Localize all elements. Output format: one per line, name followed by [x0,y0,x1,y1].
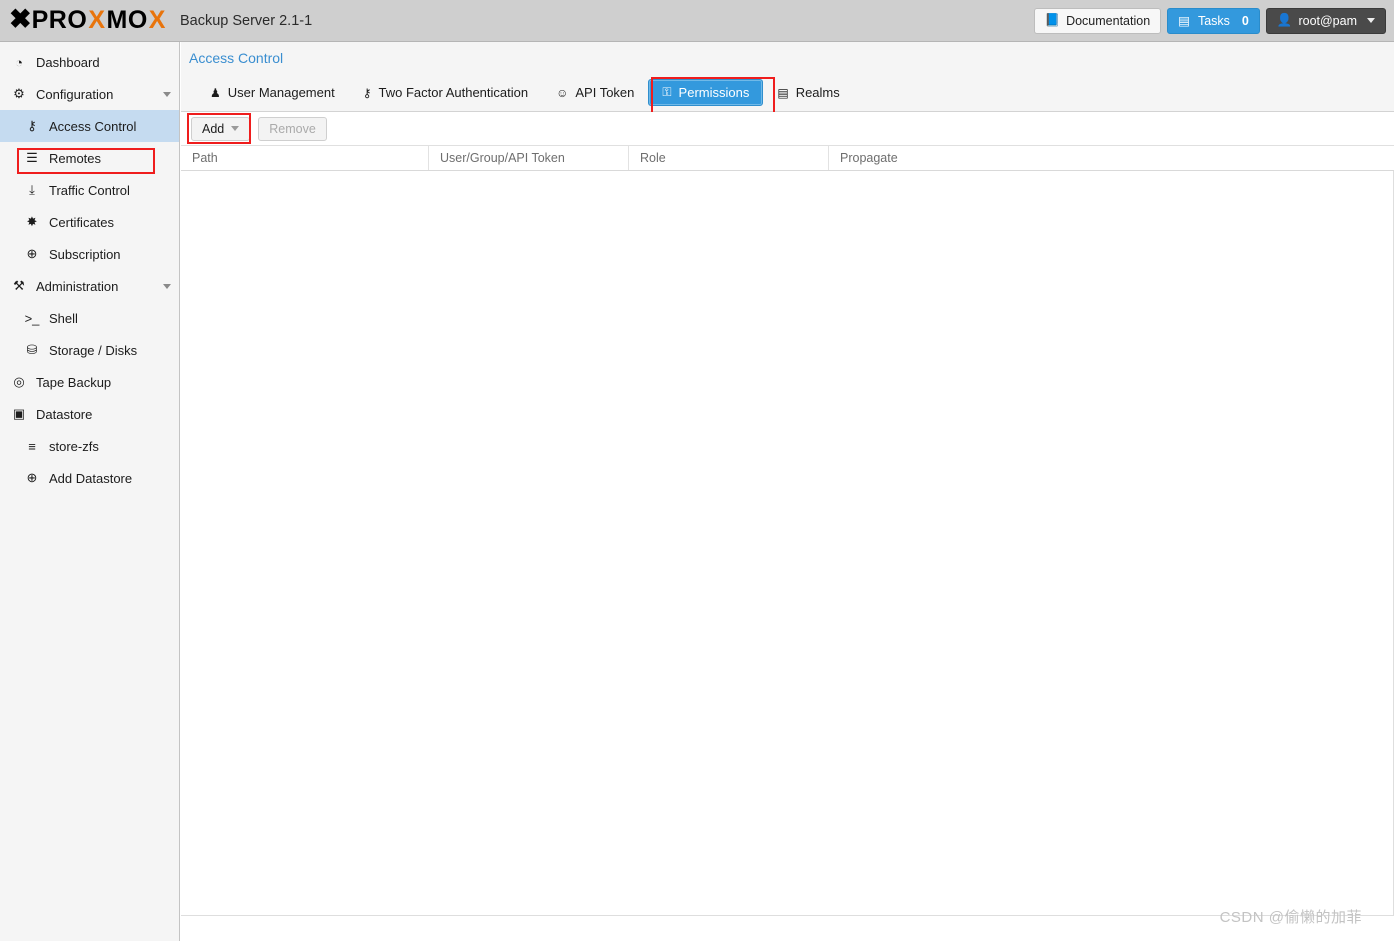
user-menu-button[interactable]: 👤 root@pam [1265,7,1386,34]
sidebar-item-label: store-zfs [49,438,99,454]
sidebar-item-subscription[interactable]: ⊕ Subscription [0,238,179,270]
traffic-icon: ⤓ [29,182,35,197]
sidebar-item-traffic-control[interactable]: ⤓ Traffic Control [0,174,179,206]
sidebar-item-label: Remotes [49,150,102,166]
sidebar-item-label: Configuration [36,86,114,102]
sidebar-item-label: Dashboard [36,54,100,70]
gears-icon: ⚙ [13,86,25,101]
chevron-down-icon [1367,18,1375,23]
sidebar-item-shell[interactable]: >_ Shell [0,302,179,334]
sidebar-item-label: Certificates [49,214,115,230]
sidebar-item-configuration[interactable]: ⚙ Configuration [0,78,179,110]
tab-user-management[interactable]: ♟ User Management [196,79,349,106]
sidebar-item-label: Datastore [36,406,93,422]
tasks-count-badge: 0 [1241,13,1249,28]
permissions-grid: Path User/Group/API Token Role Propagate [181,145,1394,916]
sidebar-item-remotes[interactable]: ☰ Remotes [0,142,179,174]
tab-bar: ♟ User Management ⚷ Two Factor Authenticati… [181,74,1394,115]
tape-icon: ◎ [13,374,25,389]
add-button[interactable]: Add [191,116,251,141]
product-title: Backup Server 2.1-1 [179,12,313,29]
grid-column-header[interactable]: User/Group/API Token [429,146,629,170]
tasks-button[interactable]: ▤ Tasks 0 [1167,7,1260,34]
grid-body-empty [181,171,1394,916]
remove-button[interactable]: Remove [258,116,327,141]
key-icon: ⚷ [27,118,37,133]
sidebar-item-storage-disks[interactable]: ⛁ Storage / Disks [0,334,179,366]
grid-column-header[interactable]: Path [181,146,429,170]
tab-api-token[interactable]: ☺ API Token [542,79,648,106]
sidebar-item-datastore[interactable]: ▣ Datastore [0,398,179,430]
server-icon: ☰ [26,150,38,165]
sidebar-navigation: ◔ Dashboard ⚙ Configuration ⚷ Access Control ☰… [0,42,180,941]
main-content-panel: Access Control ? ♟User Management⚷Two Fa… [181,42,1394,941]
user-label: root@pam [1298,13,1357,28]
tab-two-factor-authentication[interactable]: ⚷ Two Factor Authentication [349,79,542,106]
logo-text-x2: X [148,6,166,34]
sidebar-item-label: Administration [36,278,119,294]
breadcrumb-bar: Access Control [181,42,1394,74]
sidebar-item-store-zfs[interactable]: ≡ store-zfs [0,430,179,462]
top-header-bar: ✖ PRO X MO X Backup Server 2.1-1 📘 Docum… [0,0,1394,42]
chevron-down-icon[interactable] [163,91,171,97]
terminal-icon: >_ [24,310,40,326]
proxmox-logo[interactable]: ✖ PRO X MO X [9,0,166,42]
grid-header-row: Path User/Group/API Token Role Propagate [181,145,1394,171]
tab-realms[interactable]: ▤ Realms [763,79,853,106]
address-book-icon: ▤ [777,85,789,100]
chevron-down-icon [231,126,240,131]
sidebar-item-label: Subscription [49,246,121,262]
documentation-label: Documentation [1066,13,1151,28]
sidebar-item-tape-backup[interactable]: ◎ Tape Backup [0,366,179,398]
globe-icon: ⊕ [26,246,38,261]
logo-text-x1: X [88,6,106,34]
wrench-icon: ⚒ [13,278,25,293]
breadcrumb: Access Control [189,50,284,66]
chevron-down-icon[interactable] [163,283,171,289]
sidebar-item-label: Add Datastore [49,470,133,486]
database-icon: ≡ [28,438,36,454]
sidebar-item-label: Shell [49,310,78,326]
sidebar-item-access-control[interactable]: ⚷ Access Control [0,110,179,142]
tab-label: Two Factor Authentication [378,85,529,100]
sidebar-item-dashboard[interactable]: ◔ Dashboard [0,46,179,78]
sidebar-item-label: Access Control [49,118,137,134]
archive-icon: ▣ [12,406,26,421]
sidebar-item-add-datastore[interactable]: ⊕ Add Datastore [0,462,179,494]
logo-text-pro: PRO [31,6,88,34]
user-outline-icon: ☺ [556,85,569,100]
user-icon: ♟ [210,85,221,100]
sidebar-item-administration[interactable]: ⚒ Administration [0,270,179,302]
grid-column-header[interactable]: Role [629,146,829,170]
sidebar-item-certificates[interactable]: ✸ Certificates [0,206,179,238]
tab-label: Permissions [678,85,750,100]
sidebar-item-label: Tape Backup [36,374,112,390]
unlock-icon: ⚿ [662,85,672,99]
tasks-label: Tasks [1197,13,1230,28]
tab-label: API Token [575,85,635,100]
header-actions: 📘 Documentation ▤ Tasks 0 👤 root@pam [1033,7,1386,34]
tab-label: Realms [795,85,840,100]
sidebar-item-label: Traffic Control [49,182,130,198]
documentation-button[interactable]: 📘 Documentation [1033,7,1162,34]
logo-text-mo: MO [106,6,148,34]
disk-icon: ⛁ [26,342,38,357]
plus-circle-icon: ⊕ [26,470,38,485]
gauge-icon: ◔ [15,54,23,70]
sidebar-item-label: Storage / Disks [49,342,138,358]
tab-label: User Management [227,85,335,100]
book-icon: 📘 [1044,13,1061,27]
sidebar-item-list: ◔ Dashboard ⚙ Configuration ⚷ Access Control ☰… [0,46,179,494]
certificate-icon: ✸ [26,214,38,229]
grid-toolbar: Add Remove [181,112,1394,145]
tab-list: ♟ User Management ⚷ Two Factor Authenticati… [196,79,854,106]
add-button-label: Add [202,121,225,136]
logo-x-mark: ✖ [9,4,32,34]
tab-permissions[interactable]: ⚿ Permissions [648,79,764,106]
user-icon: 👤 [1276,13,1293,27]
list-icon: ▤ [1178,14,1190,28]
grid-column-header[interactable]: Propagate [829,146,1393,170]
key-icon: ⚷ [362,85,372,100]
remove-button-label: Remove [269,121,316,136]
